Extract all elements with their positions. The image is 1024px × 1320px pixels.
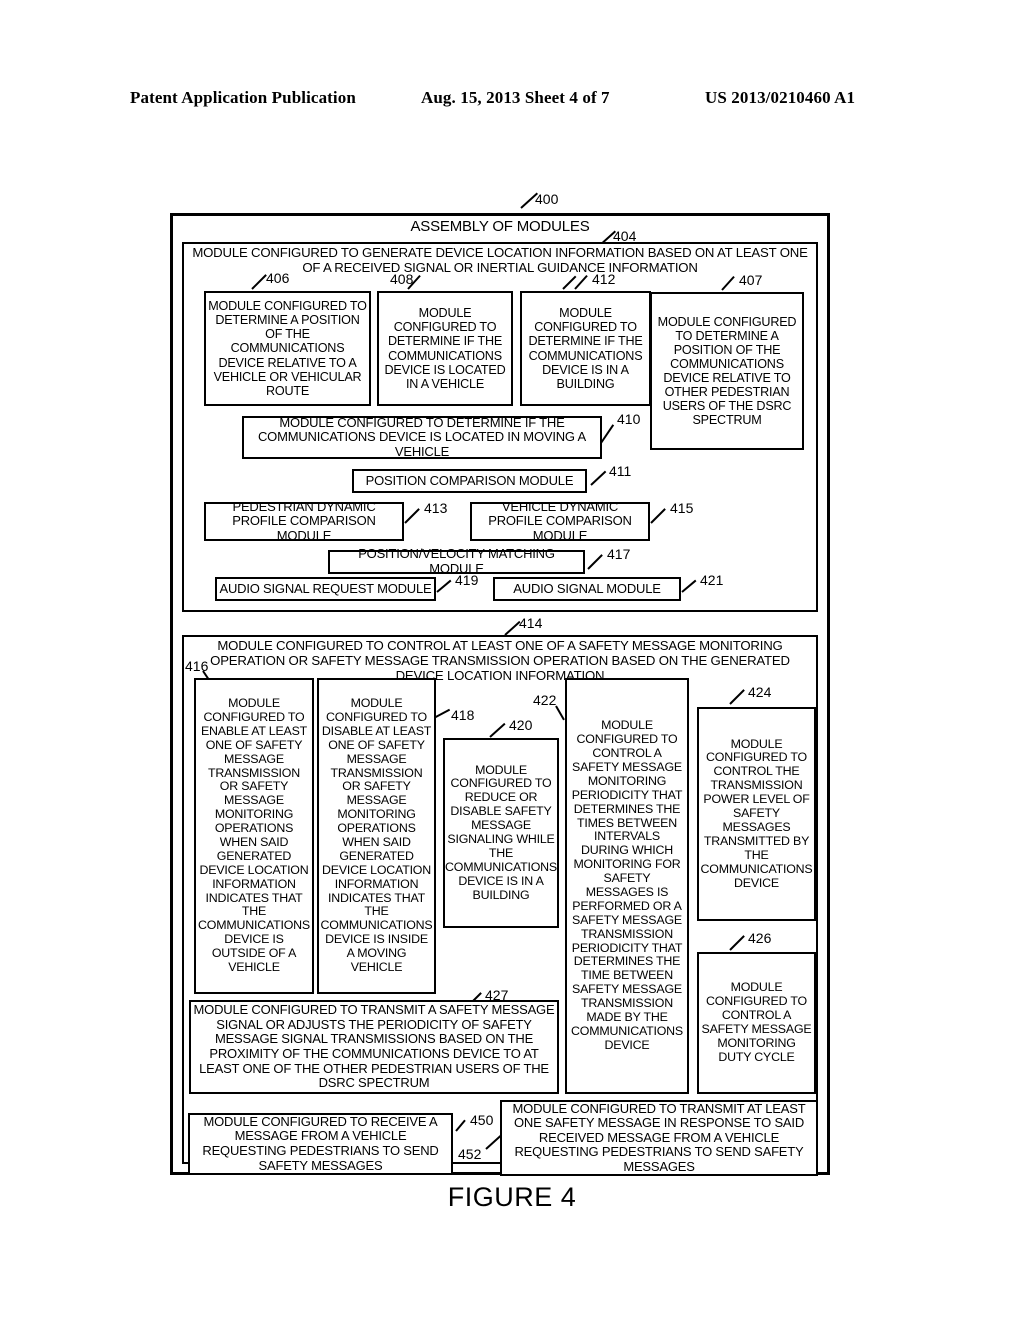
module-406-label: MODULE CONFIGURED TO DETERMINE A POSITIO… — [208, 299, 367, 398]
module-418-label: MODULE CONFIGURED TO DISABLE AT LEAST ON… — [320, 696, 433, 975]
ref-418: 418 — [451, 707, 475, 723]
ref-400: 400 — [535, 191, 559, 207]
module-426: MODULE CONFIGURED TO CONTROL A SAFETY ME… — [697, 952, 816, 1094]
module-413-label: PEDESTRIAN DYNAMIC PROFILE COMPARISON MO… — [232, 498, 376, 543]
ref-419: 419 — [455, 572, 479, 588]
module-450: MODULE CONFIGURED TO RECEIVE A MESSAGE F… — [188, 1113, 453, 1175]
module-408: MODULE CONFIGURED TO DETERMINE IF THE CO… — [377, 291, 513, 406]
module-422: MODULE CONFIGURED TO CONTROL A SAFETY ME… — [565, 678, 689, 1094]
assembly-of-modules-title: ASSEMBLY OF MODULES — [410, 218, 590, 235]
module-452-label: MODULE CONFIGURED TO TRANSMIT AT LEAST O… — [512, 1100, 806, 1174]
ref-413: 413 — [424, 500, 448, 516]
module-427: MODULE CONFIGURED TO TRANSMIT A SAFETY M… — [189, 1000, 559, 1094]
ref-414: 414 — [519, 615, 543, 631]
ref-450: 450 — [470, 1112, 494, 1128]
module-408-label: MODULE CONFIGURED TO DETERMINE IF THE CO… — [384, 306, 506, 391]
ref-406: 406 — [266, 270, 290, 286]
module-417: POSITION/VELOCITY MATCHING MODULE — [328, 547, 585, 576]
figure-caption: FIGURE 4 — [447, 1182, 577, 1212]
module-421: AUDIO SIGNAL MODULE — [493, 577, 681, 601]
module-415-label: VEHICLE DYNAMIC PROFILE COMPARISON MODUL… — [488, 498, 632, 543]
module-412-label: MODULE CONFIGURED TO DETERMINE IF THE CO… — [528, 306, 643, 391]
module-415: VEHICLE DYNAMIC PROFILE COMPARISON MODUL… — [470, 498, 650, 543]
module-419: AUDIO SIGNAL REQUEST MODULE — [215, 577, 436, 601]
ref-420: 420 — [509, 717, 533, 733]
module-416-label: MODULE CONFIGURED TO ENABLE AT LEAST ONE… — [198, 696, 310, 975]
module-410-label: MODULE CONFIGURED TO DETERMINE IF THE CO… — [257, 414, 587, 459]
module-407: MODULE CONFIGURED TO DETERMINE A POSITIO… — [650, 292, 804, 450]
module-452: MODULE CONFIGURED TO TRANSMIT AT LEAST O… — [500, 1100, 818, 1176]
ref-412: 412 — [592, 271, 616, 287]
ref-407: 407 — [739, 272, 763, 288]
ref-426: 426 — [748, 930, 772, 946]
patent-figure-4: 400 ASSEMBLY OF MODULES 404 MODULE CONFI… — [0, 0, 1024, 1320]
module-427-label: MODULE CONFIGURED TO TRANSMIT A SAFETY M… — [193, 1002, 555, 1091]
module-420: MODULE CONFIGURED TO REDUCE OR DISABLE S… — [443, 738, 559, 928]
ref-421: 421 — [700, 572, 724, 588]
module-426-label: MODULE CONFIGURED TO CONTROL A SAFETY ME… — [701, 980, 812, 1064]
module-418: MODULE CONFIGURED TO DISABLE AT LEAST ON… — [317, 678, 436, 994]
module-419-label: AUDIO SIGNAL REQUEST MODULE — [219, 580, 432, 596]
module-411: POSITION COMPARISON MODULE — [352, 469, 587, 493]
module-412: MODULE CONFIGURED TO DETERMINE IF THE CO… — [520, 291, 651, 406]
module-424-label: MODULE CONFIGURED TO CONTROL THE TRANSMI… — [700, 736, 813, 890]
ref-452: 452 — [458, 1146, 482, 1162]
module-407-label: MODULE CONFIGURED TO DETERMINE A POSITIO… — [657, 314, 797, 428]
module-421-label: AUDIO SIGNAL MODULE — [513, 580, 661, 596]
ref-424: 424 — [748, 684, 772, 700]
module-410: MODULE CONFIGURED TO DETERMINE IF THE CO… — [242, 414, 602, 459]
module-406: MODULE CONFIGURED TO DETERMINE A POSITIO… — [204, 291, 371, 406]
module-416: MODULE CONFIGURED TO ENABLE AT LEAST ONE… — [194, 678, 314, 994]
module-424: MODULE CONFIGURED TO CONTROL THE TRANSMI… — [697, 707, 816, 921]
ref-422: 422 — [533, 692, 557, 708]
ref-411: 411 — [609, 463, 632, 479]
module-422-label: MODULE CONFIGURED TO CONTROL A SAFETY ME… — [571, 718, 683, 1052]
ref-417: 417 — [607, 546, 631, 562]
module-411-label: POSITION COMPARISON MODULE — [365, 472, 574, 488]
module-450-label: MODULE CONFIGURED TO RECEIVE A MESSAGE F… — [202, 1113, 439, 1173]
module-413: PEDESTRIAN DYNAMIC PROFILE COMPARISON MO… — [204, 498, 404, 543]
ref-410: 410 — [617, 411, 641, 427]
module-414-label: MODULE CONFIGURED TO CONTROL AT LEAST ON… — [210, 638, 790, 683]
ref-415: 415 — [670, 500, 694, 516]
module-420-label: MODULE CONFIGURED TO REDUCE OR DISABLE S… — [445, 762, 557, 902]
